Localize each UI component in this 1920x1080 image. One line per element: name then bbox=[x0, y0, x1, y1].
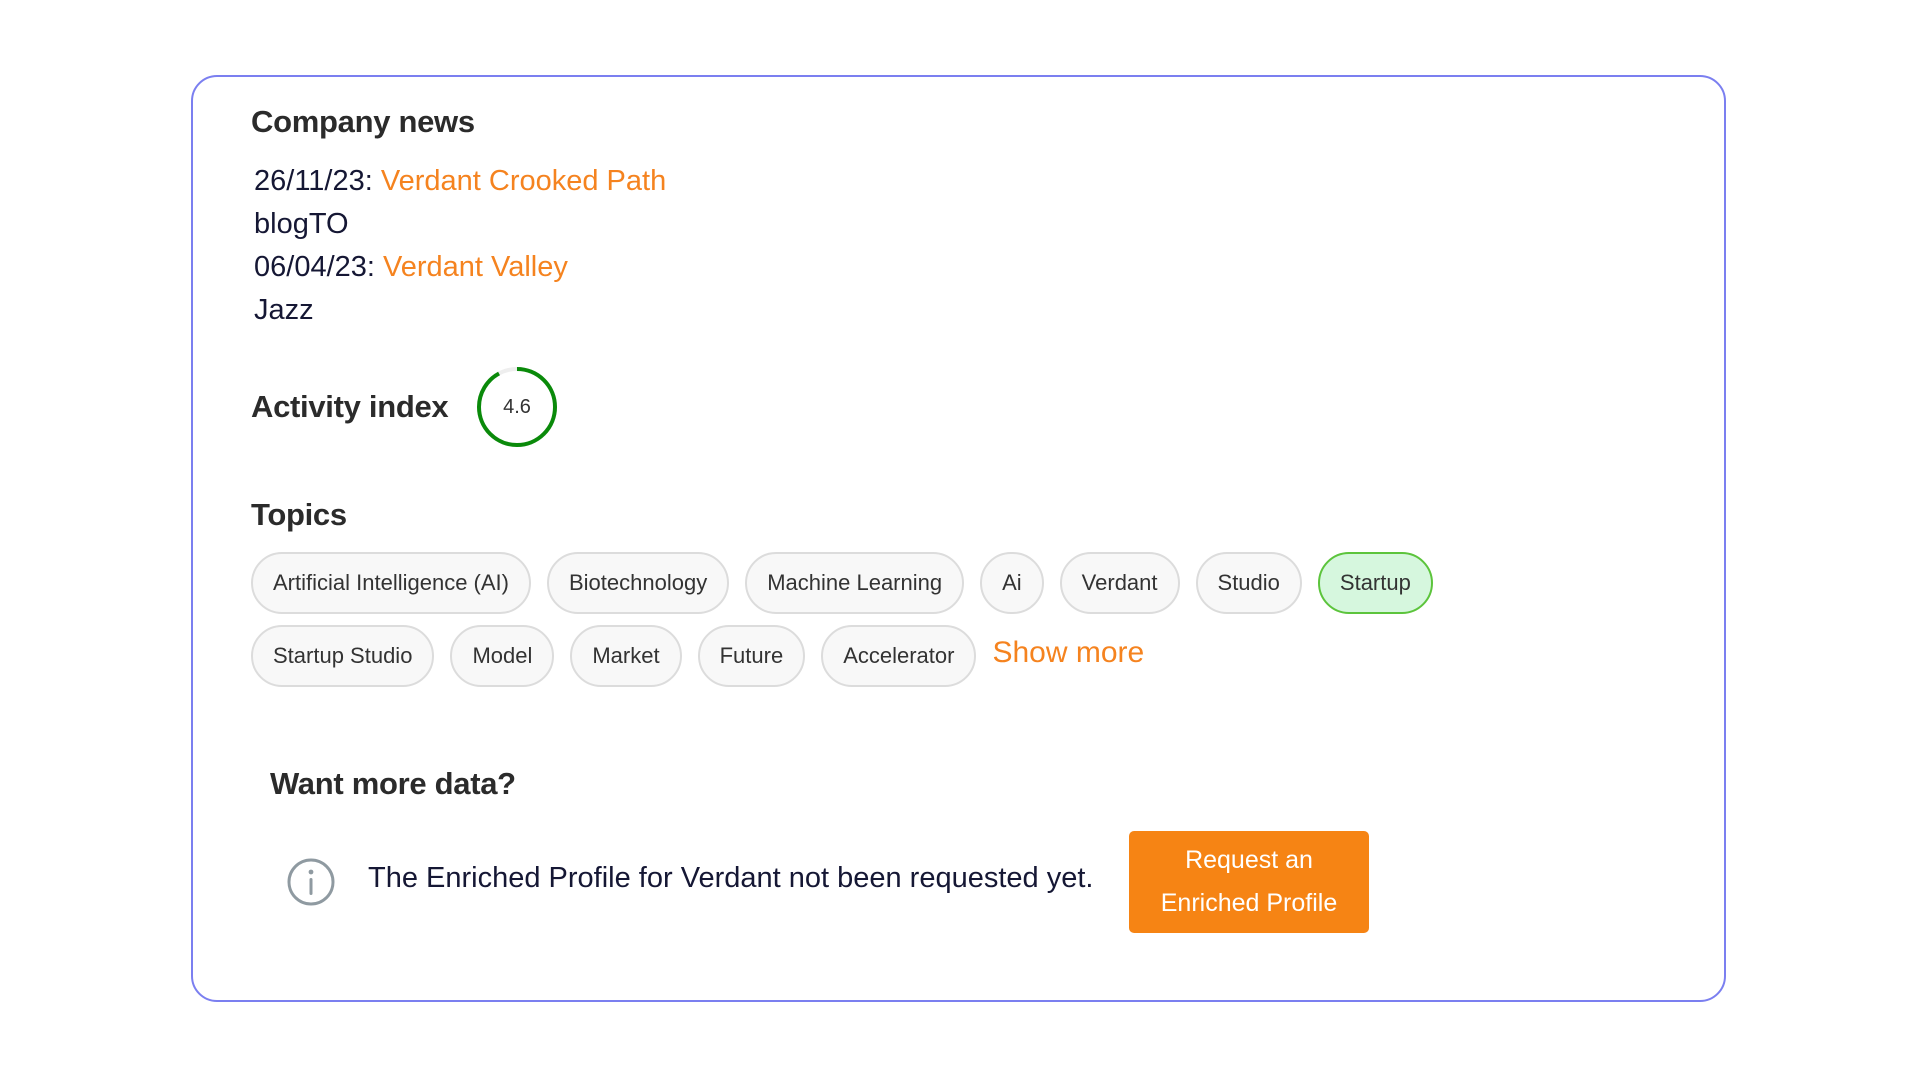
news-item: 26/11/23: Verdant Crooked Path bbox=[254, 160, 666, 203]
news-headline-link[interactable]: Verdant Crooked Path bbox=[381, 165, 666, 197]
news-headline-link[interactable]: Verdant Valley bbox=[383, 251, 568, 283]
company-news-heading: Company news bbox=[251, 104, 475, 139]
info-circle-icon bbox=[286, 857, 336, 907]
topics-chip-list: Artificial Intelligence (AI) Biotechnolo… bbox=[251, 552, 1551, 698]
news-source: Jazz bbox=[254, 294, 314, 326]
activity-index-heading: Activity index bbox=[251, 389, 449, 424]
topic-chip[interactable]: Accelerator bbox=[821, 625, 977, 687]
want-more-data-heading: Want more data? bbox=[270, 766, 516, 801]
topics-row: Artificial Intelligence (AI) Biotechnolo… bbox=[251, 552, 1551, 614]
topic-chip[interactable]: Machine Learning bbox=[745, 552, 965, 614]
button-label-line1: Request an bbox=[1185, 846, 1313, 874]
news-date: 06/04/23: bbox=[254, 251, 375, 283]
button-label-line2: Enriched Profile bbox=[1160, 889, 1338, 917]
topics-heading: Topics bbox=[251, 497, 347, 532]
topic-chip[interactable]: Verdant bbox=[1059, 552, 1180, 614]
topic-chip[interactable]: Ai bbox=[980, 552, 1044, 614]
topic-chip[interactable]: Startup bbox=[1317, 552, 1433, 614]
news-item: 06/04/23: Verdant Valley bbox=[254, 246, 666, 289]
topic-chip[interactable]: Market bbox=[570, 625, 682, 687]
topic-chip[interactable]: Startup Studio bbox=[251, 625, 435, 687]
request-enriched-profile-button[interactable]: Request an Enriched Profile bbox=[1129, 831, 1369, 933]
topic-chip[interactable]: Future bbox=[697, 625, 806, 687]
topic-chip[interactable]: Biotechnology bbox=[546, 552, 730, 614]
show-more-topics-link[interactable]: Show more bbox=[992, 636, 1144, 670]
activity-index-gauge: 4.6 bbox=[476, 366, 558, 448]
news-source: blogTO bbox=[254, 208, 349, 240]
topic-chip[interactable]: Artificial Intelligence (AI) bbox=[251, 552, 531, 614]
activity-index-value: 4.6 bbox=[503, 396, 531, 418]
topic-chip[interactable]: Model bbox=[450, 625, 555, 687]
news-date: 26/11/23: bbox=[254, 165, 373, 197]
topic-chip[interactable]: Studio bbox=[1195, 552, 1302, 614]
company-news-list: 26/11/23: Verdant Crooked Path blogTO 06… bbox=[254, 160, 666, 332]
topics-row: Startup Studio Model Market Future Accel… bbox=[251, 625, 1551, 687]
enriched-profile-status-message: The Enriched Profile for Verdant not bee… bbox=[368, 862, 1094, 894]
